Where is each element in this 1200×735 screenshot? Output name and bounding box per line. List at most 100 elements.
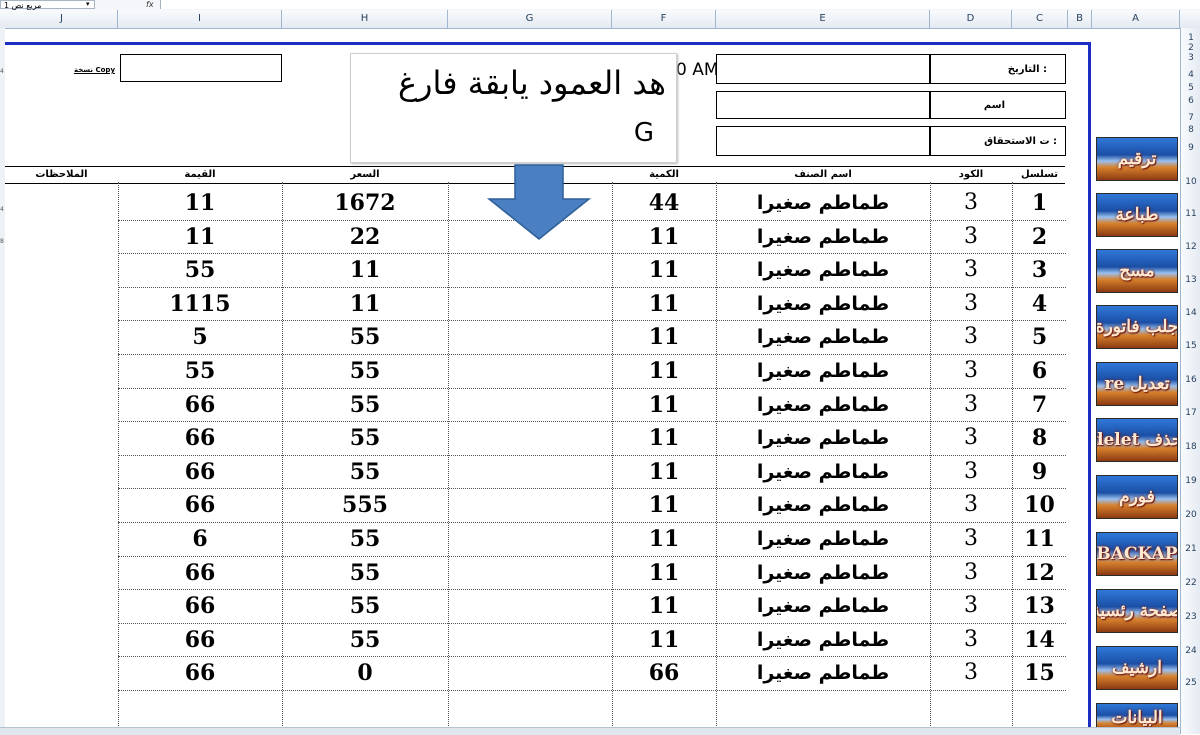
cell-price[interactable]: 11 — [282, 287, 448, 321]
cell-value[interactable]: 5 — [118, 320, 282, 354]
cell-qty[interactable]: 11 — [612, 287, 716, 321]
cell-price[interactable]: 55 — [282, 455, 448, 489]
cell-code[interactable]: 3 — [930, 556, 1012, 590]
cell-code[interactable]: 3 — [930, 455, 1012, 489]
side-button-9[interactable]: صفحة رئسية — [1096, 589, 1178, 633]
cell-item[interactable]: طماطم صغيرا — [716, 488, 930, 522]
cell-serial[interactable]: 10 — [1012, 488, 1067, 522]
cell-qty[interactable]: 11 — [612, 623, 716, 657]
cell-item[interactable]: طماطم صغيرا — [716, 287, 930, 321]
cell-item[interactable]: طماطم صغيرا — [716, 186, 930, 220]
cell-item[interactable]: طماطم صغيرا — [716, 421, 930, 455]
side-button-8[interactable]: BACKAP — [1096, 532, 1178, 576]
side-button-3[interactable]: مسح — [1096, 249, 1178, 293]
cell-item[interactable]: طماطم صغيرا — [716, 220, 930, 254]
cell-value[interactable]: 66 — [118, 623, 282, 657]
cell-price[interactable]: 55 — [282, 556, 448, 590]
cell-serial[interactable]: 3 — [1012, 253, 1067, 287]
cell-value[interactable]: 66 — [118, 455, 282, 489]
cell-code[interactable]: 3 — [930, 589, 1012, 623]
cell-price[interactable]: 1672 — [282, 186, 448, 220]
cell-qty[interactable]: 11 — [612, 253, 716, 287]
cell-value[interactable]: 55 — [118, 253, 282, 287]
cell-code[interactable]: 3 — [930, 421, 1012, 455]
cell-value[interactable]: 11 — [118, 186, 282, 220]
cell-qty[interactable]: 11 — [612, 388, 716, 422]
cell-item[interactable]: طماطم صغيرا — [716, 253, 930, 287]
cell-price[interactable]: 55 — [282, 522, 448, 556]
cell-value[interactable]: 66 — [118, 556, 282, 590]
cell-price[interactable]: 55 — [282, 589, 448, 623]
cell-serial[interactable]: 15 — [1012, 656, 1067, 690]
cell-code[interactable]: 3 — [930, 253, 1012, 287]
cell-value[interactable]: 66 — [118, 388, 282, 422]
cell-item[interactable]: طماطم صغيرا — [716, 556, 930, 590]
cell-code[interactable]: 3 — [930, 287, 1012, 321]
cell-value[interactable]: 11 — [118, 220, 282, 254]
cell-price[interactable]: 11 — [282, 253, 448, 287]
side-button-1[interactable]: ترقيم — [1096, 137, 1178, 181]
cell-qty[interactable]: 11 — [612, 488, 716, 522]
side-button-10[interactable]: ارشيف — [1096, 646, 1178, 690]
cell-value[interactable]: 6 — [118, 522, 282, 556]
cell-price[interactable]: 55 — [282, 421, 448, 455]
cell-price[interactable]: 22 — [282, 220, 448, 254]
cell-serial[interactable]: 13 — [1012, 589, 1067, 623]
cell-serial[interactable]: 14 — [1012, 623, 1067, 657]
cell-qty[interactable]: 11 — [612, 522, 716, 556]
cell-serial[interactable]: 9 — [1012, 455, 1067, 489]
cell-qty[interactable]: 11 — [612, 556, 716, 590]
cell-item[interactable]: طماطم صغيرا — [716, 589, 930, 623]
cell-qty[interactable]: 11 — [612, 354, 716, 388]
cell-serial[interactable]: 4 — [1012, 287, 1067, 321]
side-button-5[interactable]: re تعديل — [1096, 362, 1178, 406]
cell-price[interactable]: 0 — [282, 656, 448, 690]
down-arrow-icon[interactable] — [487, 163, 591, 241]
cell-code[interactable]: 3 — [930, 656, 1012, 690]
cell-qty[interactable]: 11 — [612, 320, 716, 354]
cell-code[interactable]: 3 — [930, 186, 1012, 220]
cell-qty[interactable]: 11 — [612, 589, 716, 623]
cell-value[interactable]: 66 — [118, 656, 282, 690]
cell-serial[interactable]: 2 — [1012, 220, 1067, 254]
cell-price[interactable]: 555 — [282, 488, 448, 522]
cell-code[interactable]: 3 — [930, 522, 1012, 556]
cell-qty[interactable]: 66 — [612, 656, 716, 690]
cell-serial[interactable]: 7 — [1012, 388, 1067, 422]
cell-code[interactable]: 3 — [930, 623, 1012, 657]
cell-value[interactable]: 55 — [118, 354, 282, 388]
cell-item[interactable]: طماطم صغيرا — [716, 455, 930, 489]
cell-price[interactable]: 55 — [282, 623, 448, 657]
cell-code[interactable]: 3 — [930, 220, 1012, 254]
cell-qty[interactable]: 11 — [612, 455, 716, 489]
cell-serial[interactable]: 11 — [1012, 522, 1067, 556]
cell-code[interactable]: 3 — [930, 354, 1012, 388]
cell-serial[interactable]: 8 — [1012, 421, 1067, 455]
cell-price[interactable]: 55 — [282, 354, 448, 388]
cell-item[interactable]: طماطم صغيرا — [716, 656, 930, 690]
cell-item[interactable]: طماطم صغيرا — [716, 388, 930, 422]
cell-serial[interactable]: 5 — [1012, 320, 1067, 354]
cell-value[interactable]: 66 — [118, 488, 282, 522]
cell-item[interactable]: طماطم صغيرا — [716, 320, 930, 354]
cell-value[interactable]: 66 — [118, 589, 282, 623]
cell-code[interactable]: 3 — [930, 388, 1012, 422]
side-button-2[interactable]: طباعة — [1096, 193, 1178, 237]
side-button-7[interactable]: فورم — [1096, 475, 1178, 519]
cell-value[interactable]: 66 — [118, 421, 282, 455]
cell-item[interactable]: طماطم صغيرا — [716, 623, 930, 657]
cell-price[interactable]: 55 — [282, 388, 448, 422]
cell-serial[interactable]: 12 — [1012, 556, 1067, 590]
cell-item[interactable]: طماطم صغيرا — [716, 522, 930, 556]
cell-serial[interactable]: 1 — [1012, 186, 1067, 220]
cell-value[interactable]: 1115 — [118, 287, 282, 321]
cell-item[interactable]: طماطم صغيرا — [716, 354, 930, 388]
side-button-6[interactable]: delet حذف — [1096, 418, 1178, 462]
cell-qty[interactable]: 11 — [612, 220, 716, 254]
cell-qty[interactable]: 44 — [612, 186, 716, 220]
cell-code[interactable]: 3 — [930, 488, 1012, 522]
cell-serial[interactable]: 6 — [1012, 354, 1067, 388]
cell-qty[interactable]: 11 — [612, 421, 716, 455]
cell-price[interactable]: 55 — [282, 320, 448, 354]
side-button-4[interactable]: جلب فاتورة — [1096, 305, 1178, 349]
